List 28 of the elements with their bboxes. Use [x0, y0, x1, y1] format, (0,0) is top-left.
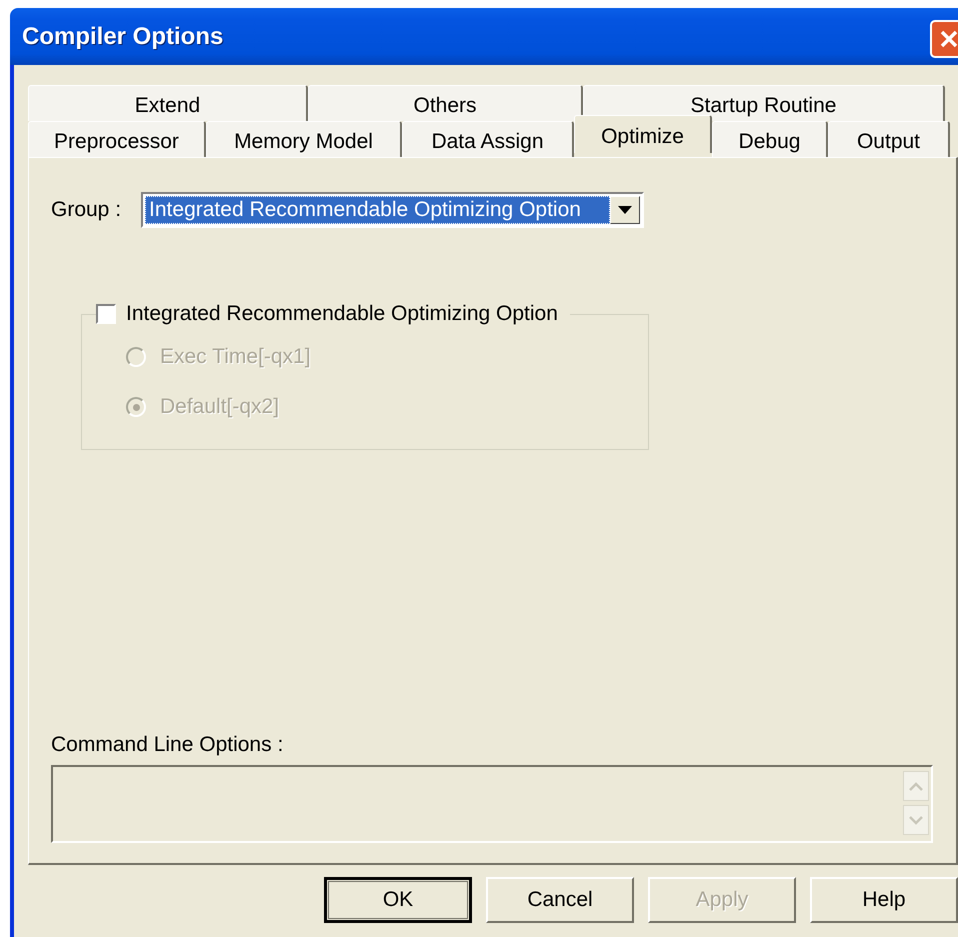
radio-label: Default[-qx2] [160, 395, 280, 419]
command-line-field[interactable] [51, 765, 933, 843]
tab[interactable]: Startup Routine [583, 85, 945, 121]
tab[interactable]: Optimize [574, 115, 712, 153]
chevron-down-icon [909, 816, 923, 824]
close-button[interactable] [930, 20, 958, 58]
dialog-button[interactable]: OK [324, 877, 472, 923]
close-icon [938, 28, 958, 50]
tab[interactable]: Others [308, 85, 583, 121]
scroll-down-button[interactable] [903, 805, 929, 835]
dialog-button[interactable]: Cancel [486, 877, 634, 923]
tab[interactable]: Extend [28, 85, 308, 121]
tab[interactable]: Memory Model [206, 121, 402, 157]
tab[interactable]: Output [828, 121, 950, 157]
checkbox-label: Integrated Recommendable Optimizing Option [126, 302, 558, 326]
tab[interactable]: Debug [712, 121, 828, 157]
checkbox[interactable] [96, 304, 116, 324]
dropdown-arrow-icon [618, 206, 632, 214]
group-dropdown[interactable]: Integrated Recommendable Optimizing Option [141, 192, 644, 228]
tab[interactable]: Data Assign [402, 121, 574, 157]
chevron-up-icon [909, 782, 923, 790]
command-line-label: Command Line Options : [51, 733, 284, 757]
radio-label: Exec Time[-qx1] [160, 345, 311, 369]
window-title: Compiler Options [22, 22, 224, 50]
dialog-button[interactable]: Help [810, 877, 958, 923]
scroll-up-button[interactable] [903, 771, 929, 801]
group-label: Group : [51, 198, 122, 222]
tab[interactable]: Preprocessor [28, 121, 206, 157]
